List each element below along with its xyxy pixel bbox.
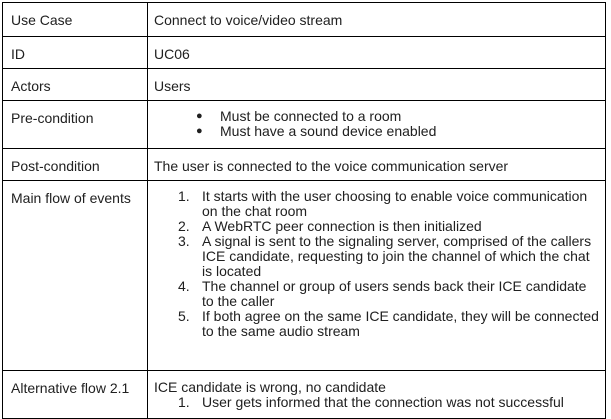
step-number: 5. bbox=[178, 308, 190, 324]
row-value: The user is connected to the voice commu… bbox=[147, 148, 606, 181]
table-row: Alternative flow 2.1 ICE candidate is wr… bbox=[2, 370, 606, 419]
bullet-icon: ● bbox=[196, 125, 203, 137]
row-label: Actors bbox=[2, 68, 148, 101]
list-item: 4. The channel or group of users sends b… bbox=[178, 279, 599, 309]
bullet-icon: ● bbox=[196, 110, 203, 122]
step-number: 1. bbox=[178, 394, 190, 410]
row-value: ICE candidate is wrong, no candidate 1. … bbox=[147, 370, 606, 419]
row-label: Post-condition bbox=[2, 148, 148, 181]
alt-flow-summary: ICE candidate is wrong, no candidate bbox=[154, 379, 386, 395]
table-row: Pre-condition ● Must be connected to a r… bbox=[2, 100, 606, 149]
table-row: Main flow of events 1. It starts with th… bbox=[2, 180, 606, 371]
step-number: 1. bbox=[178, 188, 190, 204]
list-item-text: Must be connected to a room bbox=[220, 108, 402, 124]
step-text: The channel or group of users sends back… bbox=[202, 278, 587, 309]
list-item: ● Must have a sound device enabled bbox=[196, 124, 599, 139]
table-row: Use Case Connect to voice/video stream bbox=[2, 2, 606, 37]
row-label: Pre-condition bbox=[2, 100, 148, 149]
list-item: 1. User gets informed that the connectio… bbox=[178, 395, 599, 410]
alt-flow-steps: 1. User gets informed that the connectio… bbox=[154, 395, 599, 410]
step-text: A WebRTC peer connection is then initial… bbox=[202, 218, 482, 234]
table-row: Actors Users bbox=[2, 68, 606, 101]
step-text: It starts with the user choosing to enab… bbox=[202, 188, 588, 219]
row-value: 1. It starts with the user choosing to e… bbox=[147, 180, 606, 371]
row-label: Main flow of events bbox=[2, 180, 148, 371]
row-value: UC06 bbox=[147, 36, 606, 69]
row-value: Connect to voice/video stream bbox=[147, 2, 606, 37]
step-number: 2. bbox=[178, 218, 190, 234]
table-row: Post-condition The user is connected to … bbox=[2, 148, 606, 181]
step-text: If both agree on the same ICE candidate,… bbox=[202, 308, 599, 339]
step-text: A signal is sent to the signaling server… bbox=[202, 233, 592, 279]
step-text: User gets informed that the connection w… bbox=[202, 394, 564, 410]
list-item: ● Must be connected to a room bbox=[196, 109, 599, 124]
list-item: 3. A signal is sent to the signaling ser… bbox=[178, 234, 599, 279]
list-item: 1. It starts with the user choosing to e… bbox=[178, 189, 599, 219]
precondition-list: ● Must be connected to a room ● Must hav… bbox=[154, 109, 599, 139]
row-label: ID bbox=[2, 36, 148, 69]
step-number: 4. bbox=[178, 278, 190, 294]
list-item: 5. If both agree on the same ICE candida… bbox=[178, 309, 599, 339]
row-value: ● Must be connected to a room ● Must hav… bbox=[147, 100, 606, 149]
list-item: 2. A WebRTC peer connection is then init… bbox=[178, 219, 599, 234]
row-label: Use Case bbox=[2, 2, 148, 37]
row-label: Alternative flow 2.1 bbox=[2, 370, 148, 419]
table-row: ID UC06 bbox=[2, 36, 606, 69]
row-value: Users bbox=[147, 68, 606, 101]
step-number: 3. bbox=[178, 233, 190, 249]
use-case-table: Use Case Connect to voice/video stream I… bbox=[2, 2, 606, 419]
list-item-text: Must have a sound device enabled bbox=[220, 123, 437, 139]
main-flow-steps: 1. It starts with the user choosing to e… bbox=[154, 189, 599, 339]
